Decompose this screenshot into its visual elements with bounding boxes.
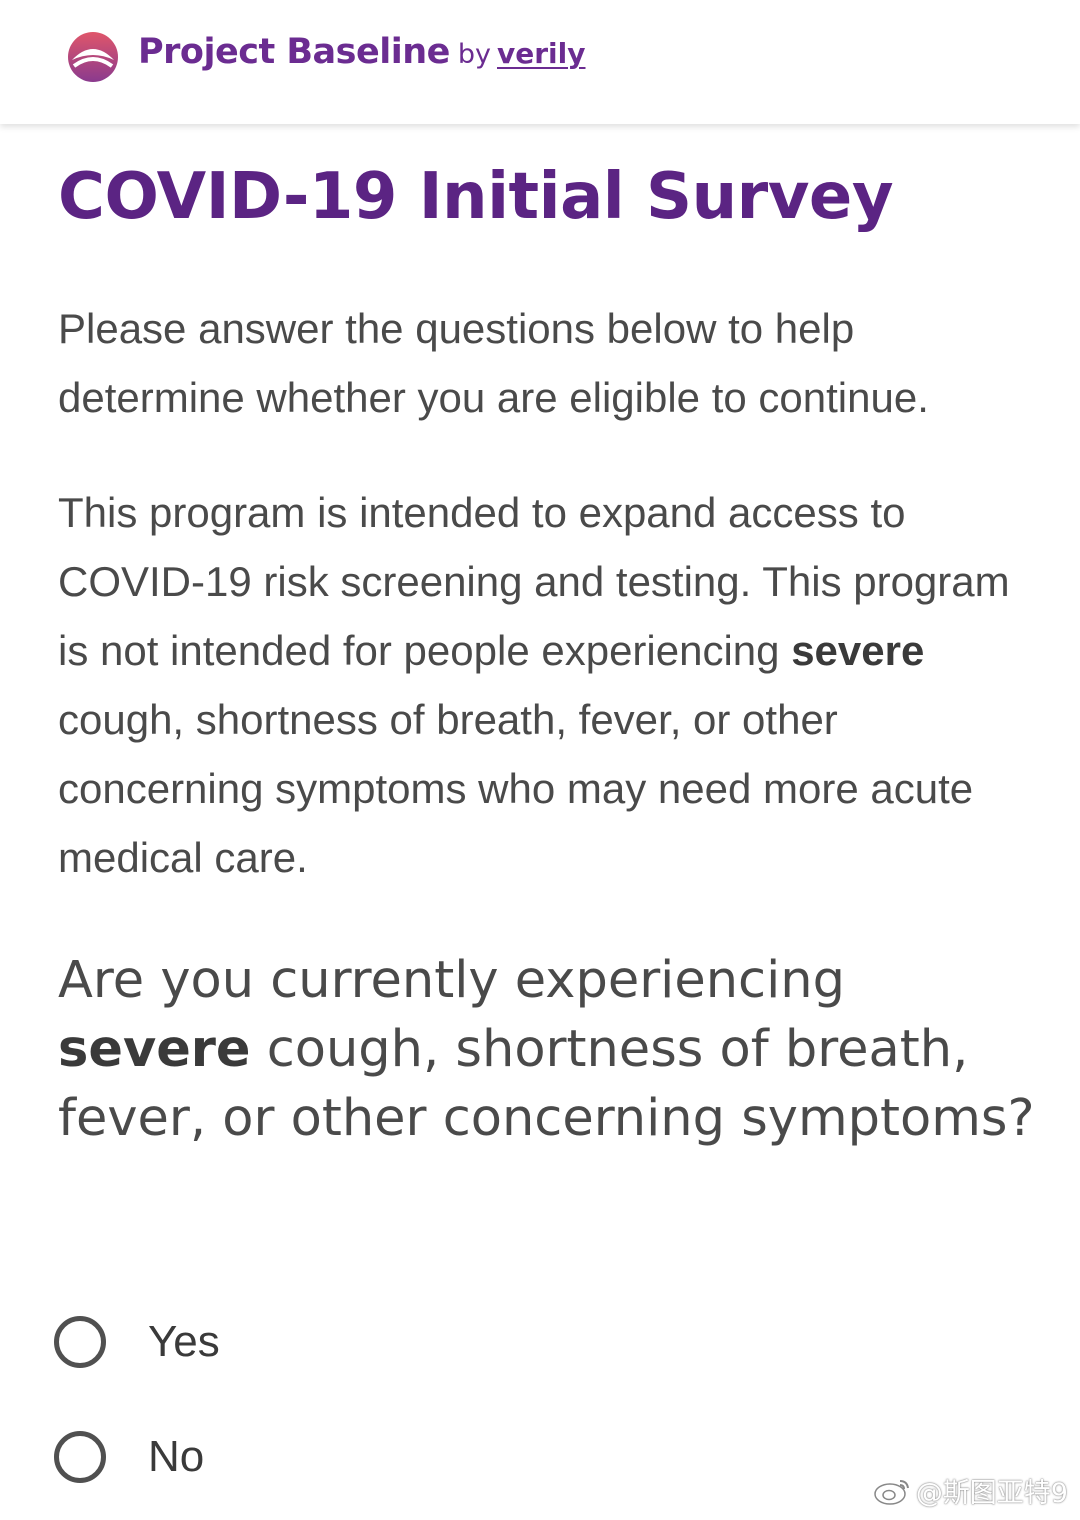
weibo-icon [874, 1479, 909, 1505]
watermark: @斯图亚特9 [872, 1471, 1068, 1510]
notice-text-after: cough, shortness of breath, fever, or ot… [58, 696, 974, 881]
intro-text: Please answer the questions below to hel… [58, 305, 929, 421]
watermark-text: @斯图亚特9 [915, 1478, 1068, 1509]
option-yes[interactable]: Yes [54, 1312, 220, 1372]
page-title: COVID-19 Initial Survey [58, 160, 894, 234]
radio-no[interactable] [54, 1431, 106, 1483]
project-baseline-logo-icon [68, 32, 118, 82]
radio-yes[interactable] [54, 1316, 106, 1368]
option-no-label: No [148, 1432, 205, 1481]
survey-question: Are you currently experiencing severe co… [58, 946, 1048, 1153]
brand-by: by [457, 39, 491, 70]
notice-emphasis: severe [791, 627, 925, 674]
option-no[interactable]: No [54, 1427, 204, 1487]
option-yes-label: Yes [148, 1317, 220, 1366]
app-header: Project Baseline by verily [0, 0, 1080, 124]
question-text-before: Are you currently experiencing [58, 951, 845, 1010]
brand-wordmark: Project Baseline by verily [138, 32, 586, 72]
brand-company: verily [497, 37, 586, 70]
program-notice: This program is intended to expand acces… [58, 478, 1038, 892]
question-emphasis: severe [58, 1020, 251, 1079]
brand-name: Project Baseline [138, 32, 450, 72]
